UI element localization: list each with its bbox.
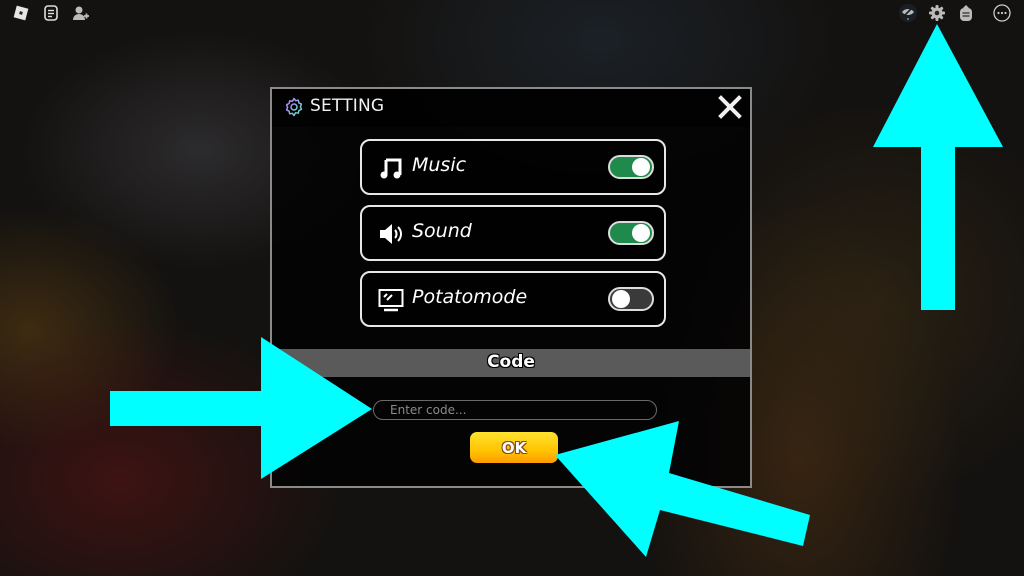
code-input[interactable]: [373, 400, 657, 420]
speaker-icon: [378, 221, 404, 247]
music-toggle[interactable]: [608, 155, 654, 179]
add-friend-icon[interactable]: [72, 4, 90, 22]
dialog-title: SETTING: [310, 96, 385, 116]
arrow-to-settings-gear: [873, 24, 1003, 310]
code-section-title: Code: [487, 352, 535, 372]
music-note-icon: [378, 155, 404, 181]
close-icon[interactable]: [718, 95, 742, 119]
option-sound: Sound: [360, 205, 666, 261]
chat-icon[interactable]: [42, 4, 60, 22]
option-music: Music: [360, 139, 666, 195]
backpack-icon[interactable]: [957, 4, 975, 22]
hide-ui-icon[interactable]: [899, 4, 917, 22]
option-label: Sound: [412, 220, 472, 242]
monitor-icon: [378, 287, 404, 313]
toggle-knob: [632, 224, 650, 242]
sound-toggle[interactable]: [608, 221, 654, 245]
option-label: Potatomode: [412, 286, 528, 308]
dialog-title-bar: SETTING: [272, 89, 750, 127]
settings-gear-icon[interactable]: [928, 4, 946, 22]
toggle-knob: [632, 158, 650, 176]
potatomode-toggle[interactable]: [608, 287, 654, 311]
option-potatomode: Potatomode: [360, 271, 666, 327]
code-section-header: Code: [272, 349, 750, 377]
roblox-menu-icon[interactable]: [12, 4, 30, 22]
more-icon[interactable]: [993, 4, 1011, 22]
ok-button[interactable]: OK: [470, 432, 558, 463]
toggle-knob: [612, 290, 630, 308]
settings-dialog: SETTING Music Sound Potatomode Code OK: [270, 87, 752, 488]
option-label: Music: [412, 154, 467, 176]
gear-icon: [284, 97, 304, 117]
